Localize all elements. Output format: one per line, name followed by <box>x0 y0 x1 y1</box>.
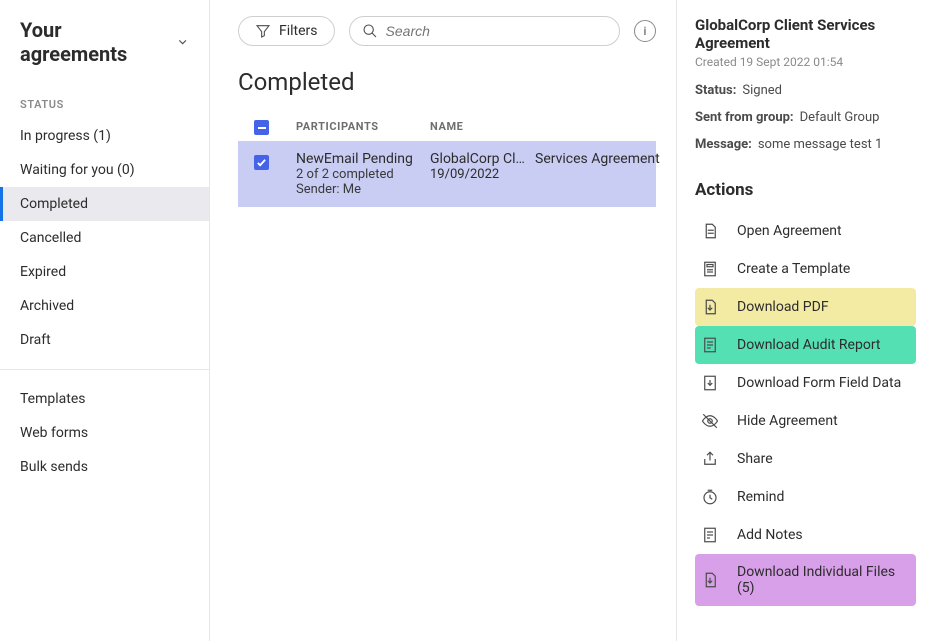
filters-button[interactable]: Filters <box>238 16 335 46</box>
action-share[interactable]: Share <box>695 440 916 478</box>
select-all-checkbox[interactable] <box>254 120 269 135</box>
action-label: Download Audit Report <box>737 337 881 353</box>
sidebar-item-completed[interactable]: Completed <box>0 187 209 221</box>
divider <box>0 369 209 370</box>
table-row[interactable]: NewEmail Pending 2 of 2 completed Sender… <box>238 141 656 207</box>
action-label: Download PDF <box>737 299 829 315</box>
action-add-notes[interactable]: Add Notes <box>695 516 916 554</box>
document-icon <box>701 222 719 240</box>
action-label: Create a Template <box>737 261 850 277</box>
info-icon: i <box>644 24 647 38</box>
participant-line: NewEmail Pending <box>296 151 426 167</box>
sidebar: Your agreements STATUS In progress (1) W… <box>0 0 210 641</box>
message-value: some message test 1 <box>758 137 882 152</box>
sidebar-item-templates[interactable]: Templates <box>0 382 209 416</box>
hide-icon <box>701 412 719 430</box>
search-input[interactable] <box>386 23 607 39</box>
share-icon <box>701 450 719 468</box>
action-create-template[interactable]: Create a Template <box>695 250 916 288</box>
check-icon <box>256 157 267 168</box>
chevron-down-icon <box>176 35 189 49</box>
sidebar-item-expired[interactable]: Expired <box>0 255 209 289</box>
notes-icon <box>701 526 719 544</box>
page-title: Your agreements <box>20 18 166 66</box>
action-label: Add Notes <box>737 527 803 543</box>
page-title-dropdown[interactable]: Your agreements <box>0 18 209 76</box>
detail-panel: GlobalCorp Client Services Agreement Cre… <box>676 0 934 641</box>
sidebar-item-archived[interactable]: Archived <box>0 289 209 323</box>
download-pdf-icon <box>701 298 719 316</box>
col-name: NAME <box>430 120 650 133</box>
table-header: PARTICIPANTS NAME <box>238 114 656 141</box>
message-key: Message: <box>695 137 752 152</box>
participant-sender: Sender: Me <box>296 182 426 197</box>
col-participants: PARTICIPANTS <box>296 120 426 133</box>
status-heading: STATUS <box>0 76 209 119</box>
download-files-icon <box>701 571 719 589</box>
actions-heading: Actions <box>695 180 916 200</box>
toolbar: Filters i <box>238 16 656 46</box>
agreement-date: 19/09/2022 <box>430 167 660 182</box>
filters-label: Filters <box>279 23 318 39</box>
row-checkbox[interactable] <box>254 155 269 170</box>
sidebar-item-in-progress[interactable]: In progress (1) <box>0 119 209 153</box>
action-remind[interactable]: Remind <box>695 478 916 516</box>
action-download-audit[interactable]: Download Audit Report <box>695 326 916 364</box>
group-value: Default Group <box>800 110 880 125</box>
detail-created: Created 19 Sept 2022 01:54 <box>695 55 916 69</box>
info-button[interactable]: i <box>634 20 656 42</box>
sidebar-item-draft[interactable]: Draft <box>0 323 209 357</box>
search-field[interactable] <box>349 16 620 46</box>
sidebar-item-webforms[interactable]: Web forms <box>0 416 209 450</box>
action-label: Share <box>737 451 773 467</box>
action-download-form-data[interactable]: Download Form Field Data <box>695 364 916 402</box>
sidebar-item-cancelled[interactable]: Cancelled <box>0 221 209 255</box>
funnel-icon <box>255 23 271 39</box>
action-label: Remind <box>737 489 784 505</box>
action-download-individual[interactable]: Download Individual Files (5) <box>695 554 916 606</box>
participant-progress: 2 of 2 completed <box>296 167 426 182</box>
sidebar-item-waiting[interactable]: Waiting for you (0) <box>0 153 209 187</box>
status-key: Status: <box>695 83 736 98</box>
sidebar-item-bulksends[interactable]: Bulk sends <box>0 450 209 484</box>
audit-report-icon <box>701 336 719 354</box>
main-content: Filters i Completed PARTICIPANTS NAME Ne… <box>210 0 676 641</box>
participants-cell: NewEmail Pending 2 of 2 completed Sender… <box>296 151 426 197</box>
action-download-pdf[interactable]: Download PDF <box>695 288 916 326</box>
action-open-agreement[interactable]: Open Agreement <box>695 212 916 250</box>
search-icon <box>362 23 378 39</box>
action-label: Download Form Field Data <box>737 375 901 391</box>
clock-icon <box>701 488 719 506</box>
action-label: Open Agreement <box>737 223 842 239</box>
action-hide-agreement[interactable]: Hide Agreement <box>695 402 916 440</box>
action-label: Download Individual Files (5) <box>737 564 910 596</box>
status-value: Signed <box>742 83 782 98</box>
section-heading: Completed <box>238 68 656 96</box>
action-label: Hide Agreement <box>737 413 838 429</box>
agreement-name-rest: Services Agreement <box>535 151 660 167</box>
form-data-icon <box>701 374 719 392</box>
template-icon <box>701 260 719 278</box>
detail-title: GlobalCorp Client Services Agreement <box>695 16 916 52</box>
name-cell: GlobalCorp Cli… Services Agreement 19/09… <box>430 151 660 182</box>
agreement-name-trunc: GlobalCorp Cli… <box>430 151 525 167</box>
group-key: Sent from group: <box>695 110 794 125</box>
